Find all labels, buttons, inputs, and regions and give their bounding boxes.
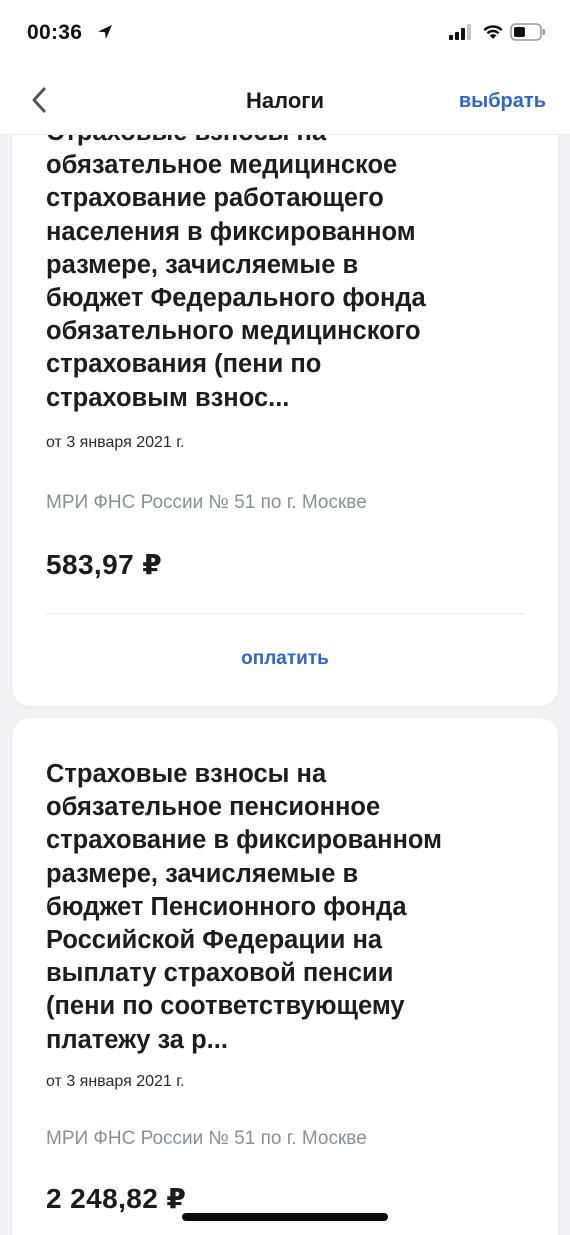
tax-card-title-line: бюджет Федерального фонда	[46, 284, 426, 313]
tax-card-title-line: размере, зачисляемые в	[46, 859, 359, 888]
select-button[interactable]: выбрать	[459, 90, 546, 113]
tax-card-title-line: (пени по соответствующему	[46, 992, 405, 1021]
location-arrow-icon	[98, 25, 112, 39]
home-indicator[interactable]	[182, 1213, 388, 1221]
tax-card-date: от 3 января 2021 г.	[46, 434, 185, 451]
tax-card-title-line: обязательного медицинского	[46, 317, 421, 346]
tax-card-amount: 583,97 ₽	[46, 549, 163, 580]
tax-card-amount: 2 248,82 ₽	[46, 1183, 187, 1214]
tax-card-title: Страховые взносы на обязательное медицин…	[46, 134, 516, 415]
tax-card-title-line: страхования (пени по	[46, 350, 322, 379]
tax-card-title-line: страхование работающего	[46, 184, 384, 213]
status-time: 00:36	[27, 21, 83, 44]
tax-card-title-line: Российской Федерации на	[46, 926, 383, 955]
tax-card-authority: МРИ ФНС России № 51 по г. Москве	[46, 1128, 367, 1149]
tax-card-authority: МРИ ФНС России № 51 по г. Москве	[46, 492, 367, 513]
tax-card[interactable]: Страховые взносы на обязательное пенсион…	[12, 718, 558, 1235]
tax-card-title-line: бюджет Пенсионного фонда	[46, 892, 407, 921]
tax-card-title-line: населения в фиксированном	[46, 217, 416, 246]
tax-card-title-line: размере, зачисляемые в	[46, 250, 359, 279]
chevron-left-icon	[32, 87, 46, 113]
tax-card-title-line: обязательное пенсионное	[46, 793, 381, 822]
pay-button[interactable]: оплатить	[12, 648, 558, 670]
battery-icon	[510, 23, 545, 41]
tax-card[interactable]: Страховые взносы на обязательное медицин…	[12, 134, 558, 706]
tax-card-title-line: платежу за р...	[46, 1025, 228, 1054]
tax-card-title-line: Страховые взносы на	[46, 134, 516, 149]
tax-card-title-line: страховым взнос...	[46, 383, 290, 412]
tax-list[interactable]: Страховые взносы на обязательное медицин…	[0, 134, 570, 1235]
wifi-icon	[483, 25, 503, 39]
tax-card-date: от 3 января 2021 г.	[46, 1073, 185, 1090]
card-divider	[46, 613, 524, 614]
tax-card-title-line: выплату страховой пенсии	[46, 959, 394, 988]
cellular-signal-icon	[449, 24, 471, 40]
nav-bar: Налоги выбрать	[0, 66, 570, 135]
back-button[interactable]	[24, 82, 56, 118]
tax-card-title: Страховые взносы на обязательное пенсион…	[46, 758, 516, 1057]
tax-card-title-line: Страховые взносы на	[46, 760, 327, 788]
status-bar: 00:36	[0, 0, 570, 66]
tax-card-title-line: страхование в фиксированном	[46, 826, 443, 855]
tax-card-title-line: обязательное медицинское	[46, 151, 398, 180]
